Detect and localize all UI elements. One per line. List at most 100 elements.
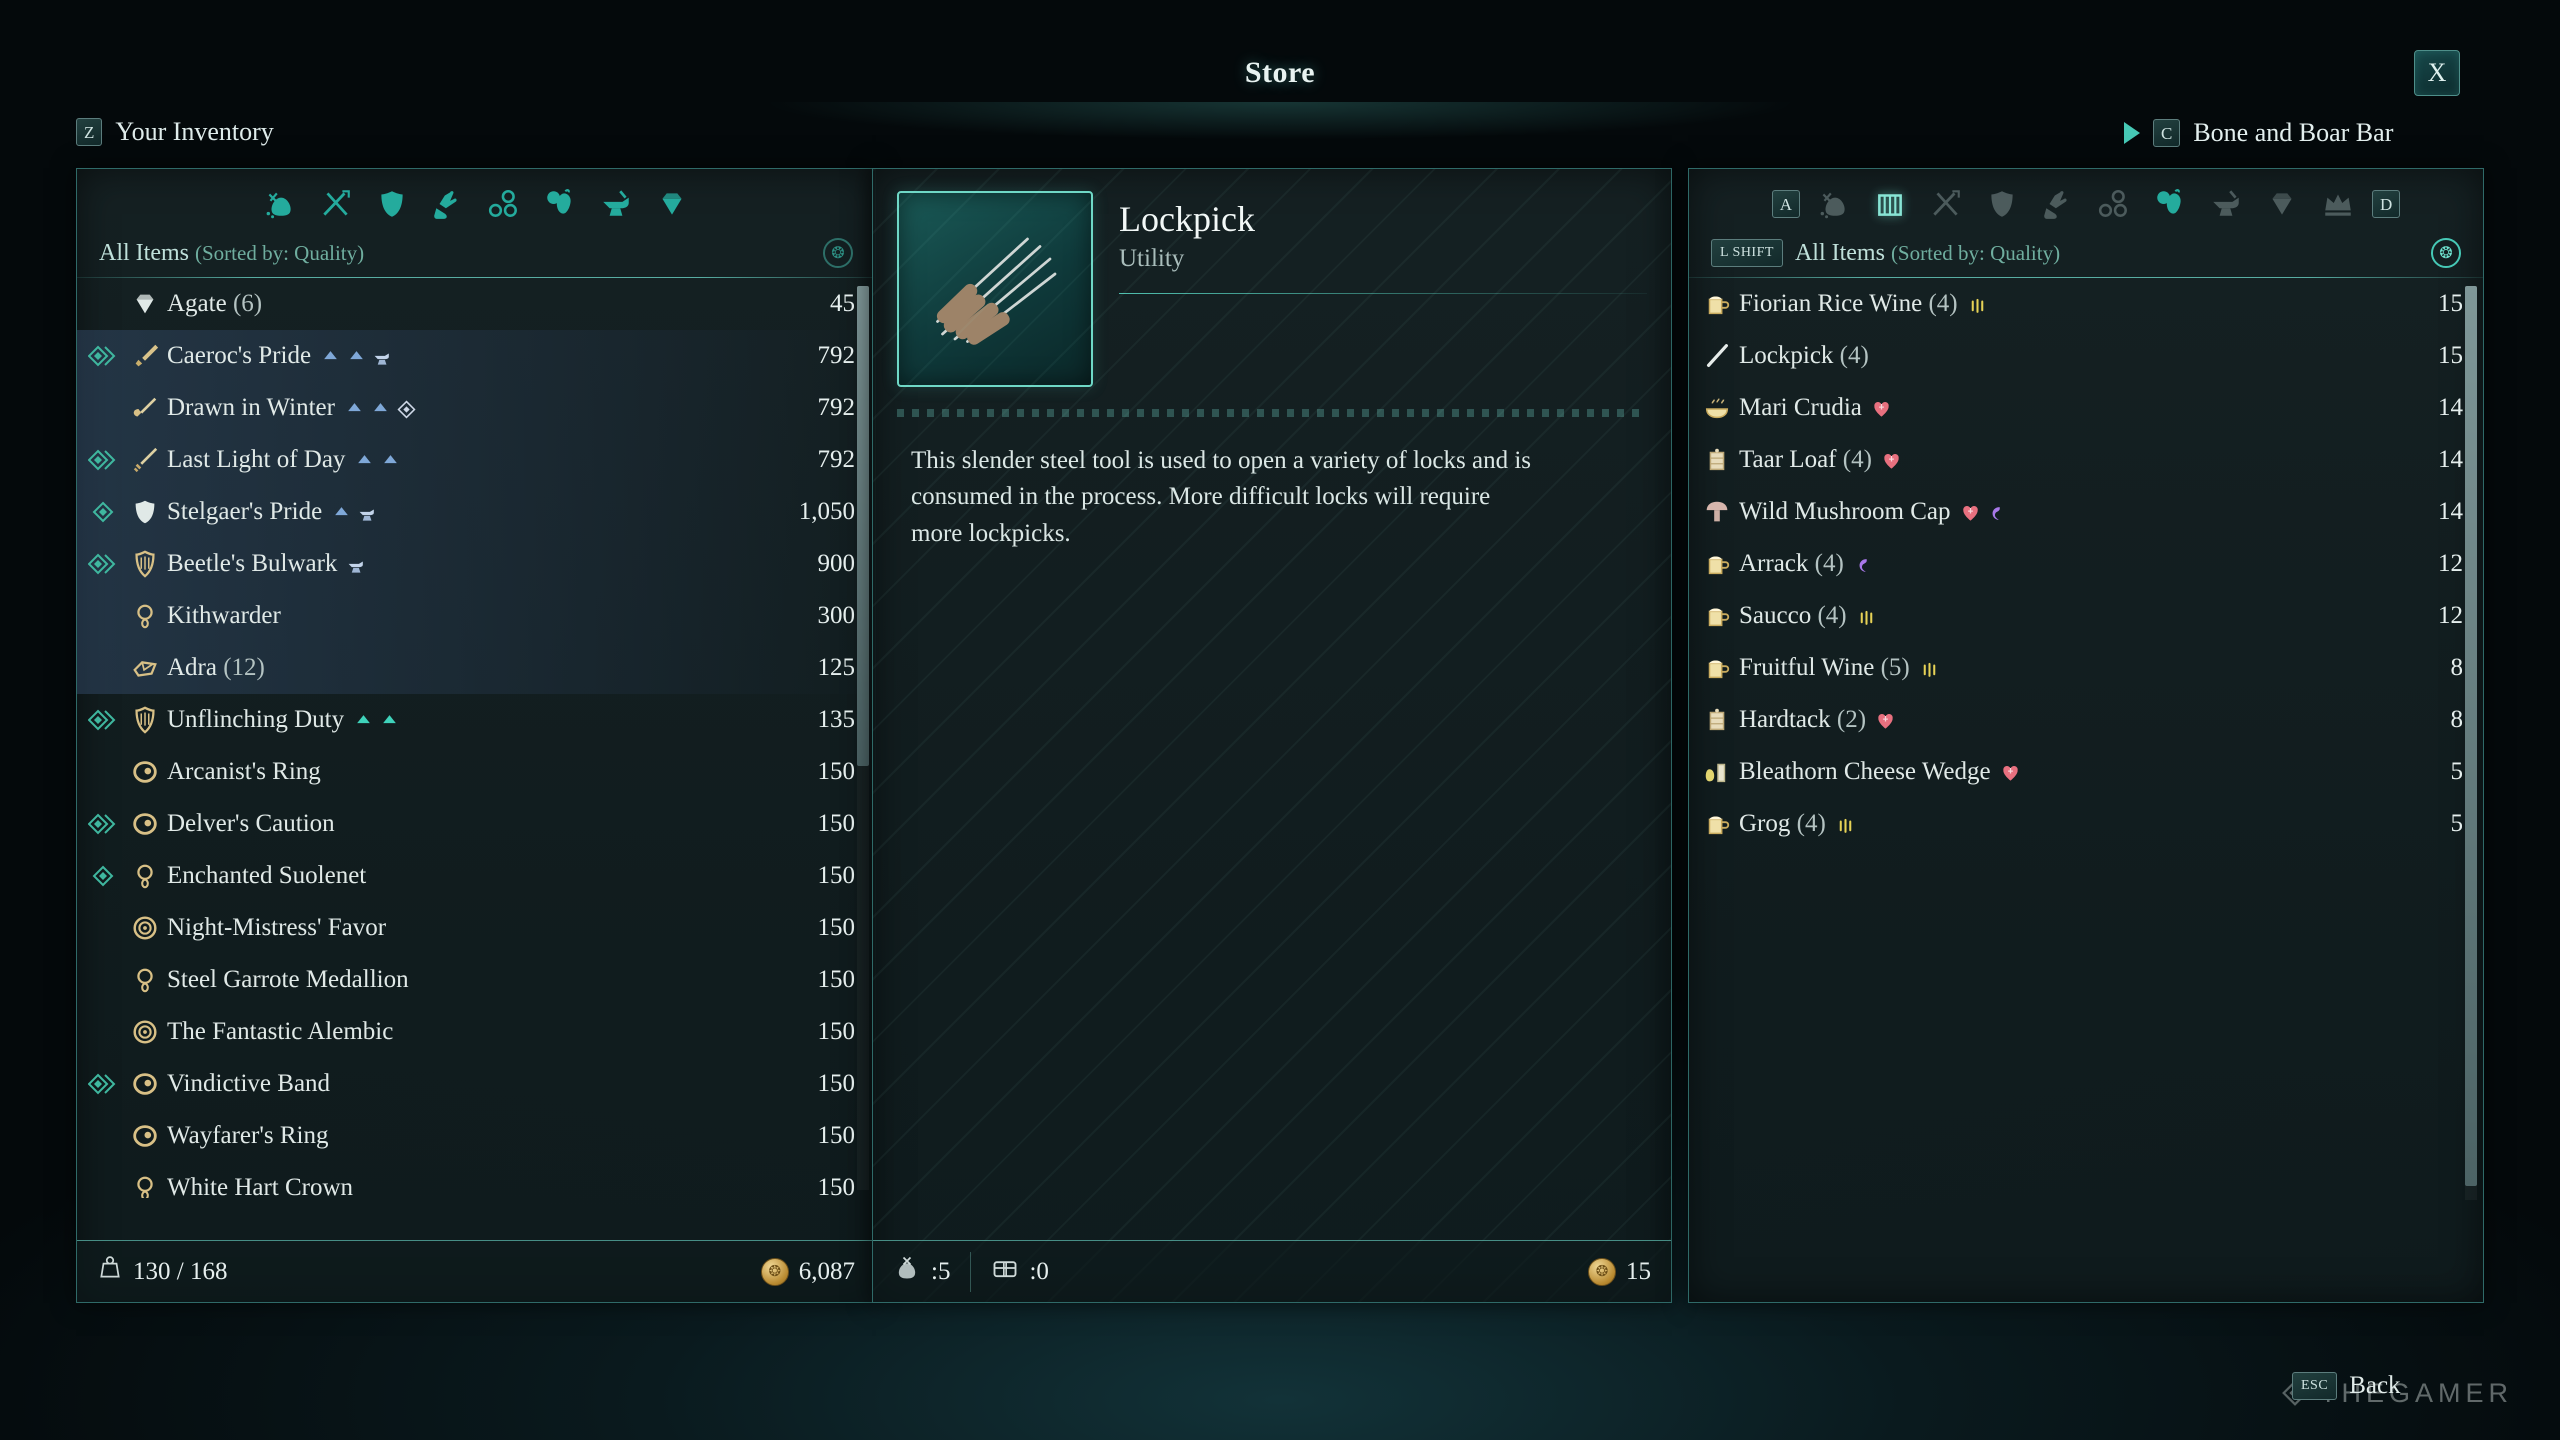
item-row[interactable]: White Hart Crown 150 (77, 1162, 875, 1198)
item-row[interactable]: Enchanted Suolenet 150 (77, 850, 875, 902)
item-name: The Fantastic Alembic (167, 1018, 394, 1045)
shop-panel: A D L SHIFT All Items (Sorted by: Qualit… (1688, 168, 2484, 1303)
item-row[interactable]: Drawn in Winter 792 (77, 382, 875, 434)
item-row[interactable]: Arrack (4) 12 (1689, 538, 2483, 590)
item-row[interactable]: Mari Crudia 14 (1689, 382, 2483, 434)
close-button[interactable]: X (2414, 50, 2460, 96)
category-crown-icon[interactable] (2310, 181, 2366, 227)
cheese-icon (1695, 757, 1739, 787)
item-row[interactable]: Hardtack (2) 8 (1689, 694, 2483, 746)
category-gloves-boots-icon[interactable] (2030, 181, 2086, 227)
item-row[interactable]: Beetle's Bulwark 900 (77, 538, 875, 590)
item-name: Grog (4) (1739, 810, 2383, 838)
item-name: Steel Garrote Medallion (167, 966, 409, 993)
esc-key-hint[interactable]: ESC (2292, 1372, 2338, 1400)
amulet-icon (123, 601, 167, 631)
equipped-indicator (83, 864, 123, 888)
equipped-indicator (83, 812, 123, 836)
item-row[interactable]: Caeroc's Pride 792 (77, 330, 875, 382)
item-row[interactable]: Arcanist's Ring 150 (77, 746, 875, 798)
item-row[interactable]: Wayfarer's Ring 150 (77, 1110, 875, 1162)
category-consumables-icon[interactable] (532, 181, 588, 227)
category-loot-bag-icon[interactable] (1806, 181, 1862, 227)
shop-category-bar[interactable]: A D (1689, 169, 2483, 229)
item-row[interactable]: Adra (12) 125 (77, 642, 875, 694)
item-price: 150 (817, 1174, 856, 1198)
category-armor-icon[interactable] (364, 181, 420, 227)
item-name: Bleathorn Cheese Wedge (1739, 758, 2383, 786)
category-armor-icon[interactable] (1974, 181, 2030, 227)
amulet-icon (123, 1173, 167, 1198)
category-crate-icon[interactable] (1862, 181, 1918, 227)
item-row[interactable]: Steel Garrote Medallion 150 (77, 954, 875, 1006)
item-price: 150 (817, 966, 856, 993)
shop-scrollbar[interactable] (2465, 286, 2477, 1200)
inventory-item-list[interactable]: Agate (6) 45 Caeroc's Pride 792 Drawn in Win… (77, 278, 875, 1198)
shop-sort-sub: (Sorted by: Quality) (1890, 240, 2061, 265)
stash-count: :0 (1029, 1257, 1049, 1285)
item-row[interactable]: Grog (4) 5 (1689, 798, 2483, 850)
category-weapons-icon[interactable] (1918, 181, 1974, 227)
category-jewelry-icon[interactable] (2086, 181, 2142, 227)
item-row[interactable]: Fruitful Wine (5) 8 (1689, 642, 2483, 694)
item-price: 12 (2438, 550, 2463, 577)
item-row[interactable]: Kithwarder 300 (77, 590, 875, 642)
inventory-key-hint[interactable]: Z (76, 118, 103, 146)
item-name: Arcanist's Ring (167, 758, 321, 785)
category-anvil-icon[interactable] (588, 181, 644, 227)
item-row[interactable]: The Fantastic Alembic 150 (77, 1006, 875, 1058)
item-row[interactable]: Delver's Caution 150 (77, 798, 875, 850)
item-price: 150 (817, 1070, 856, 1097)
item-name: Last Light of Day (167, 446, 775, 474)
item-row[interactable]: Saucco (4) 12 (1689, 590, 2483, 642)
item-row[interactable]: Unflinching Duty 135 (77, 694, 875, 746)
item-price: 14 (2438, 394, 2463, 421)
bread-icon (1695, 705, 1739, 735)
category-loot-bag-icon[interactable] (252, 181, 308, 227)
item-price: 45 (830, 290, 855, 317)
currency-filter-icon[interactable]: ❂ (2431, 238, 2461, 268)
shop-key-hint[interactable]: C (2153, 119, 2181, 147)
shop-item-list[interactable]: Fiorian Rice Wine (4) 15 Lockpick (4) 15 Mar… (1689, 278, 2483, 1208)
item-row[interactable]: Fiorian Rice Wine (4) 15 (1689, 278, 2483, 330)
item-name: Wild Mushroom Cap (1739, 498, 2383, 526)
health-effect-badge (1878, 713, 1893, 729)
shop-scroll-thumb[interactable] (2465, 286, 2477, 1186)
item-row[interactable]: Agate (6) 45 (77, 278, 875, 330)
inventory-scrollbar[interactable] (857, 286, 869, 1190)
inventory-sort-row[interactable]: All Items (Sorted by: Quality) ❂ (77, 229, 875, 277)
shield-icon (123, 705, 167, 735)
back-action[interactable]: ESC Back (2292, 1372, 2401, 1400)
shop-sort-row[interactable]: L SHIFT All Items (Sorted by: Quality) ❂ (1689, 229, 2483, 277)
category-consumables-icon[interactable] (2142, 181, 2198, 227)
inventory-category-bar[interactable] (77, 169, 875, 229)
mug-icon (1695, 601, 1739, 631)
sort-key-hint[interactable]: L SHIFT (1711, 239, 1783, 267)
item-description: This slender steel tool is used to open … (911, 447, 1532, 547)
category-gem-icon[interactable] (2254, 181, 2310, 227)
divider (1119, 292, 1647, 294)
amulet-icon (123, 861, 167, 891)
equipped-indicator (83, 500, 123, 524)
item-row[interactable]: Wild Mushroom Cap 14 (1689, 486, 2483, 538)
inventory-scroll-thumb[interactable] (857, 286, 869, 766)
currency-filter-icon[interactable]: ❂ (823, 238, 853, 268)
category-gem-icon[interactable] (644, 181, 700, 227)
inventory-panel: All Items (Sorted by: Quality) ❂ Agate (… (76, 168, 876, 1303)
item-row[interactable]: Vindictive Band 150 (77, 1058, 875, 1110)
item-row[interactable]: Stelgaer's Pride 1,050 (77, 486, 875, 538)
item-row[interactable]: Bleathorn Cheese Wedge 5 (1689, 746, 2483, 798)
next-category-key[interactable]: D (2372, 190, 2401, 218)
category-anvil-icon[interactable] (2198, 181, 2254, 227)
category-jewelry-icon[interactable] (476, 181, 532, 227)
item-row[interactable]: Night-Mistress' Favor 150 (77, 902, 875, 954)
prev-category-key[interactable]: A (1771, 190, 1800, 218)
category-gloves-boots-icon[interactable] (420, 181, 476, 227)
item-price: 1,050 (798, 498, 855, 525)
item-row[interactable]: Taar Loaf (4) 14 (1689, 434, 2483, 486)
stash-icon (991, 1254, 1019, 1289)
item-row[interactable]: Last Light of Day 792 (77, 434, 875, 486)
item-badges (1854, 556, 1873, 575)
item-row[interactable]: Lockpick (4) 15 (1689, 330, 2483, 382)
category-weapons-icon[interactable] (308, 181, 364, 227)
